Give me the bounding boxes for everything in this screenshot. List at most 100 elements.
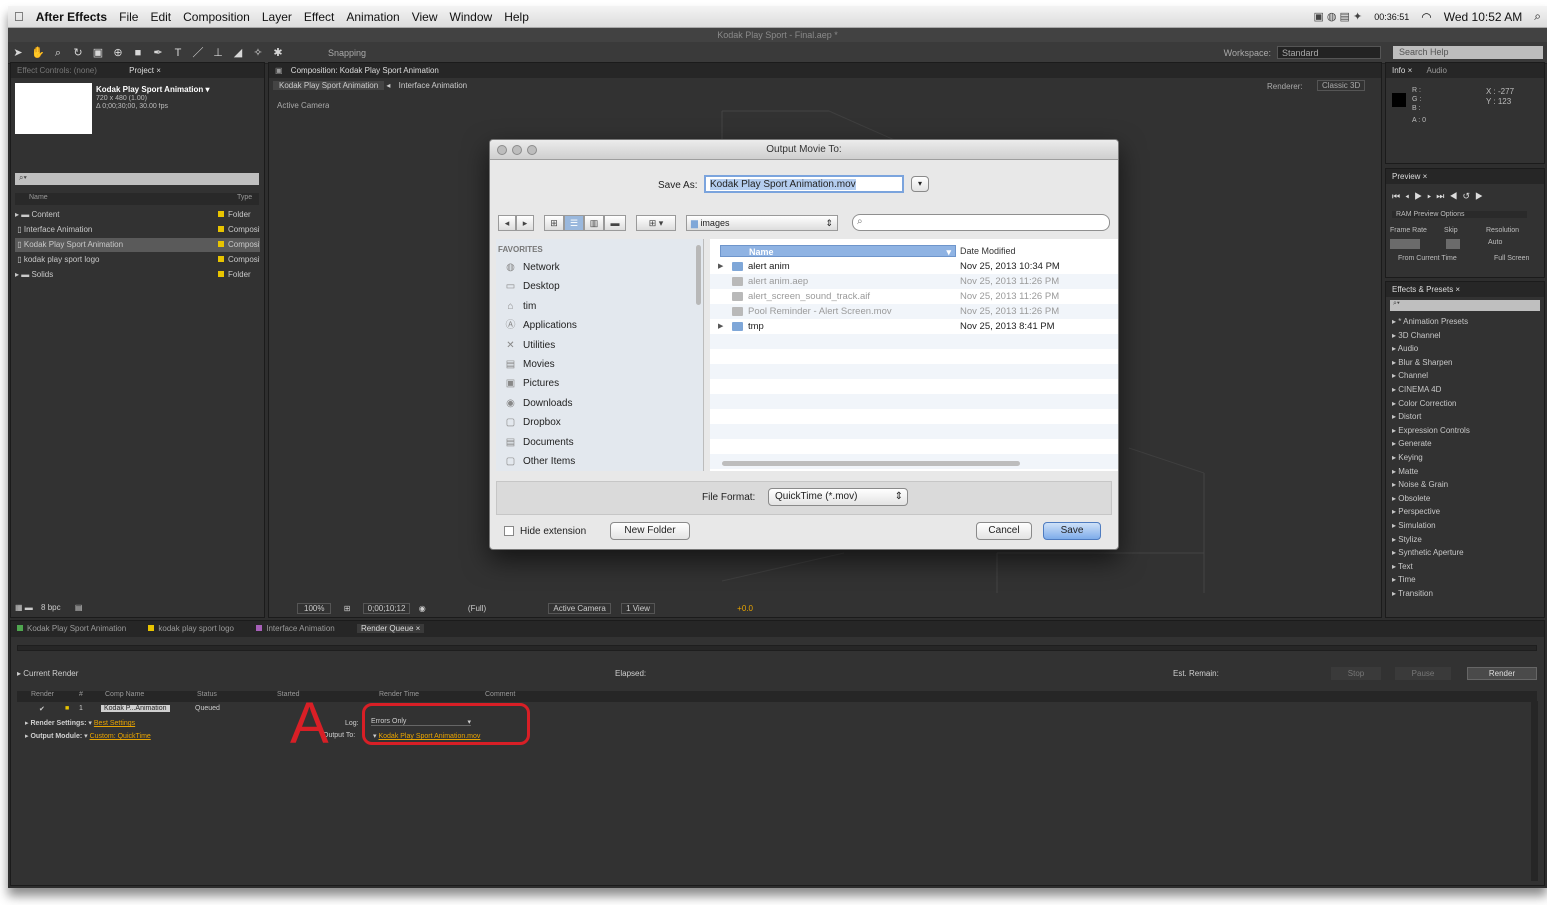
col-number[interactable]: # [79, 691, 83, 698]
effects-category[interactable]: ▸ 3D Channel [1392, 329, 1441, 342]
tab-audio[interactable]: Audio [1426, 66, 1446, 75]
current-render-label[interactable]: ▸ Current Render [17, 669, 78, 678]
render-checkbox[interactable]: ✔ [39, 705, 45, 713]
sidebar-item-other-items[interactable]: ▢ Other Items [504, 453, 575, 471]
next-frame-icon[interactable]: ▸ [1427, 191, 1436, 201]
date-column-header[interactable]: Date Modified [960, 245, 1016, 257]
arrange-button[interactable]: ⊞ ▾ [636, 215, 676, 231]
file-row[interactable]: alert anim.aep Nov 25, 2013 11:26 PM [710, 274, 1118, 289]
project-item[interactable]: ▯ Interface AnimationComposition [15, 223, 260, 237]
disclosure-triangle-icon[interactable]: ▶ [718, 319, 723, 334]
col-comment[interactable]: Comment [485, 691, 515, 698]
bpc-toggle[interactable]: 8 bpc [41, 603, 61, 612]
project-search-input[interactable]: ⌕▾ [15, 173, 259, 185]
status-icons[interactable]: ▣ ◍ ▤ ✦ [1307, 10, 1368, 23]
menu-effect[interactable]: Effect [298, 10, 340, 24]
new-folder-icon[interactable]: ▬ [25, 603, 33, 612]
effects-category[interactable]: ▸ Expression Controls [1392, 424, 1470, 437]
project-item[interactable]: ▯ kodak play sport logoComposition [15, 253, 260, 267]
new-folder-button[interactable]: New Folder [610, 522, 690, 540]
effects-category[interactable]: ▸ Simulation [1392, 519, 1436, 532]
minimize-icon[interactable] [512, 145, 522, 155]
menu-animation[interactable]: Animation [340, 10, 405, 24]
brush-tool-icon[interactable]: ／ [190, 45, 206, 61]
mask-tool-icon[interactable]: ■ [130, 45, 146, 61]
menu-help[interactable]: Help [498, 10, 535, 24]
pause-button[interactable]: Pause [1395, 667, 1451, 680]
workspace-select[interactable]: Standard [1277, 46, 1381, 59]
effects-category[interactable]: ▸ Distort [1392, 410, 1421, 423]
effects-category[interactable]: ▸ Obsolete [1392, 492, 1430, 505]
from-current-time-checkbox[interactable]: From Current Time [1398, 255, 1457, 262]
exposure-value[interactable]: +0.0 [737, 604, 753, 613]
tab-interface-timeline[interactable]: Interface Animation [256, 624, 335, 633]
cancel-button[interactable]: Cancel [976, 522, 1032, 540]
effects-category[interactable]: ▸ Noise & Grain [1392, 478, 1448, 491]
tab-composition[interactable]: Composition: Kodak Play Sport Animation [291, 66, 439, 75]
col-render-time[interactable]: Render Time [379, 691, 419, 698]
render-item-row[interactable]: ✔ ■ 1 Kodak P...Animation Queued [17, 705, 1537, 716]
sidebar-item-documents[interactable]: ▤ Documents [504, 434, 574, 452]
column-view-button[interactable]: ▥ [584, 215, 604, 231]
location-popup[interactable]: ▆ images ⇕ [686, 215, 838, 231]
file-row[interactable]: ▶ alert anim Nov 25, 2013 10:34 PM [710, 259, 1118, 274]
effects-tab[interactable]: Effects & Presets × [1386, 282, 1544, 297]
menu-layer[interactable]: Layer [256, 10, 298, 24]
effects-category[interactable]: ▸ Color Correction [1392, 397, 1457, 410]
back-button[interactable]: ◂ [498, 215, 516, 231]
camera-select[interactable]: Active Camera [548, 603, 611, 614]
subtab-interface[interactable]: Interface Animation [393, 81, 473, 90]
app-menu[interactable]: After Effects [30, 10, 113, 24]
render-settings-value[interactable]: Best Settings [94, 720, 135, 727]
effects-category[interactable]: ▸ Generate [1392, 437, 1432, 450]
effects-category[interactable]: ▸ CINEMA 4D [1392, 383, 1441, 396]
loop-icon[interactable]: ↺ [1462, 191, 1475, 201]
zoom-icon[interactable] [527, 145, 537, 155]
effects-category[interactable]: ▸ Time [1392, 573, 1416, 586]
sidebar-item-dropbox[interactable]: ▢ Dropbox [504, 414, 561, 432]
dialog-search-field[interactable]: ⌕ [852, 214, 1110, 231]
list-view-button[interactable]: ☰ [564, 215, 584, 231]
trash-icon[interactable]: ▤ [75, 603, 83, 612]
selection-tool-icon[interactable]: ➤ [10, 45, 26, 61]
lock-icon[interactable]: ▣ [275, 66, 283, 75]
clone-tool-icon[interactable]: ⊥ [210, 45, 226, 61]
save-as-field[interactable]: Kodak Play Sport Animation.mov [704, 175, 904, 193]
sidebar-item-pictures[interactable]: ▣ Pictures [504, 375, 559, 393]
render-comp-name[interactable]: Kodak P...Animation [101, 705, 170, 712]
full-screen-checkbox[interactable]: Full Screen [1494, 255, 1529, 262]
file-list-scrollbar[interactable] [722, 461, 1020, 466]
wifi-icon[interactable]: ◠ [1415, 10, 1437, 24]
sidebar-item-utilities[interactable]: ✕ Utilities [504, 337, 555, 355]
name-column-header[interactable]: Name ▾ [720, 245, 956, 257]
play-icon[interactable]: ▶ [1414, 191, 1427, 201]
sidebar-item-network[interactable]: ◍ Network [504, 259, 560, 277]
sidebar-item-desktop[interactable]: ▭ Desktop [504, 278, 560, 296]
tab-kodak-timeline[interactable]: Kodak Play Sport Animation [17, 624, 126, 633]
subtab-kodak[interactable]: Kodak Play Sport Animation [273, 81, 385, 90]
prev-frame-icon[interactable]: ◂ [1405, 191, 1414, 201]
sidebar-item-movies[interactable]: ▤ Movies [504, 356, 555, 374]
sidebar-scrollbar[interactable] [696, 245, 701, 305]
audio-icon[interactable]: ◀ [1449, 191, 1462, 201]
effects-category[interactable]: ▸ Keying [1392, 451, 1423, 464]
effects-category[interactable]: ▸ Transition [1392, 587, 1433, 600]
first-frame-icon[interactable]: ⏮ [1392, 191, 1405, 201]
close-icon[interactable] [497, 145, 507, 155]
spotlight-icon[interactable]: ⌕ [1528, 9, 1547, 24]
tab-info[interactable]: Info × [1392, 66, 1412, 75]
forward-button[interactable]: ▸ [516, 215, 534, 231]
effects-category[interactable]: ▸ Audio [1392, 342, 1418, 355]
sidebar-item-applications[interactable]: Ⓐ Applications [504, 317, 577, 335]
file-format-select[interactable]: QuickTime (*.mov) ⇕ [768, 488, 908, 506]
eraser-tool-icon[interactable]: ◢ [230, 45, 246, 61]
views-select[interactable]: 1 View [621, 603, 655, 614]
sidebar-item-tim[interactable]: ⌂ tim [504, 298, 536, 316]
magnification-select[interactable]: 100% [297, 603, 332, 614]
effects-search-input[interactable]: ⌕▾ [1390, 300, 1540, 311]
roto-tool-icon[interactable]: ✧ [250, 45, 266, 61]
hand-tool-icon[interactable]: ✋ [30, 45, 46, 61]
timecode[interactable]: 0;00;10;12 [362, 603, 411, 614]
sidebar-item-downloads[interactable]: ◉ Downloads [504, 395, 572, 413]
menu-file[interactable]: File [113, 10, 144, 24]
